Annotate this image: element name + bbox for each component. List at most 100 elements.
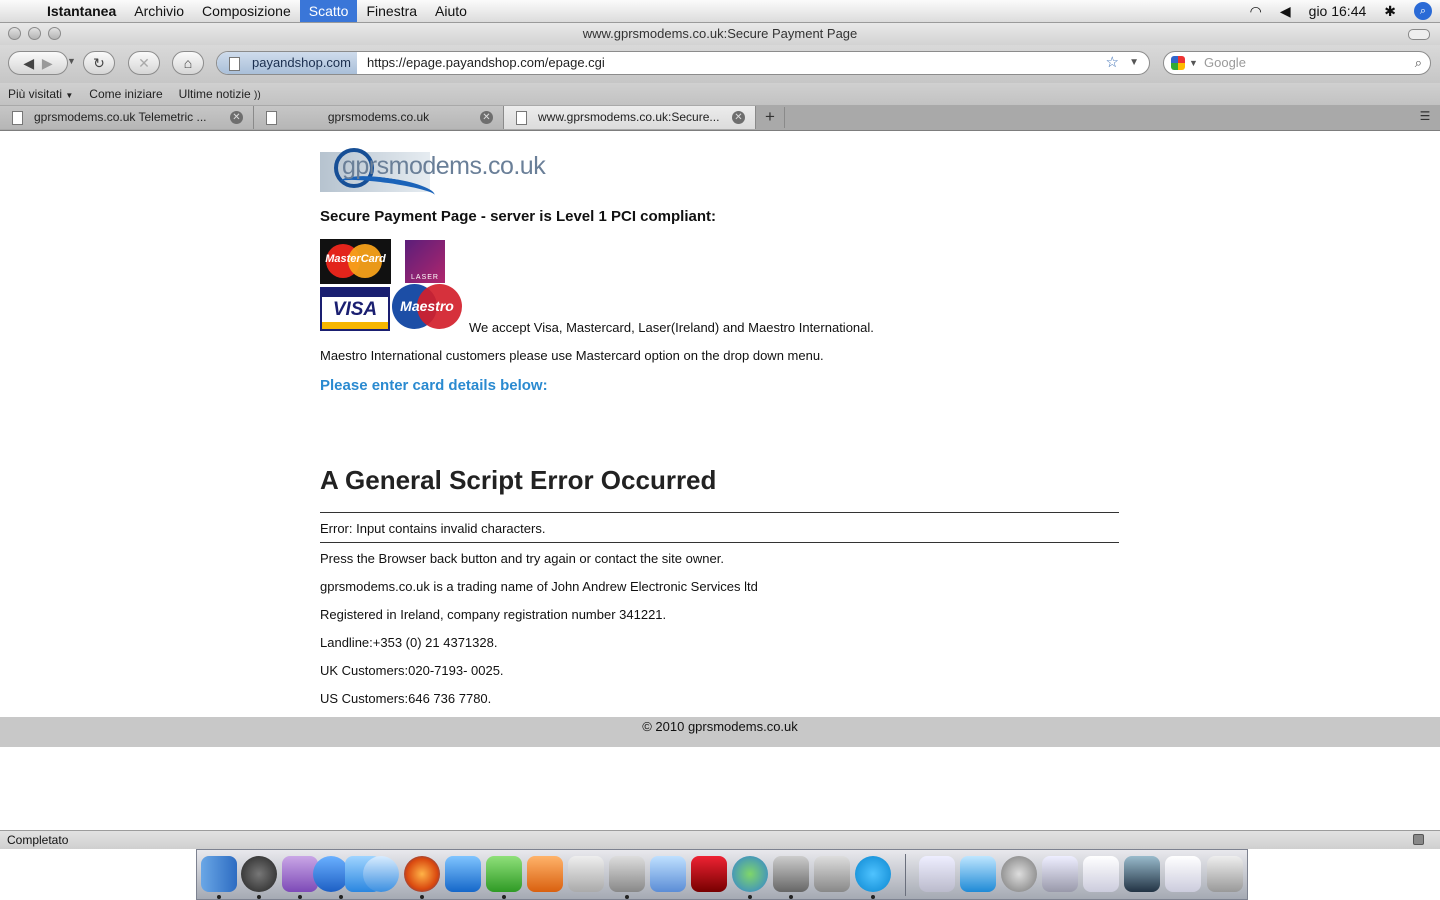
firefox-icon[interactable] bbox=[404, 856, 440, 892]
visa-top-stripe bbox=[322, 289, 388, 297]
home-button[interactable]: ⌂ bbox=[172, 51, 204, 75]
menu-archivio[interactable]: Archivio bbox=[125, 0, 193, 22]
visa-bottom-stripe bbox=[322, 322, 388, 329]
menu-scatto[interactable]: Scatto bbox=[299, 0, 358, 22]
page-content: gprsmodems.co.uk Secure Payment Page - s… bbox=[0, 131, 1440, 830]
powerpoint-icon[interactable] bbox=[527, 856, 563, 892]
window-title: www.gprsmodems.co.uk:Secure Payment Page bbox=[582, 26, 858, 41]
dashboard-icon[interactable] bbox=[241, 856, 277, 892]
site-identity-button[interactable]: payandshop.com bbox=[217, 52, 357, 74]
word-icon[interactable] bbox=[445, 856, 481, 892]
menubar-clock[interactable]: gio 16:44 bbox=[1309, 3, 1367, 19]
bookmark-getting-started[interactable]: Come iniziare bbox=[81, 83, 170, 105]
running-indicator bbox=[871, 895, 875, 899]
address-bar[interactable]: payandshop.com https://epage.payandshop.… bbox=[216, 51, 1150, 75]
preview-icon[interactable] bbox=[650, 856, 686, 892]
google-engine-icon[interactable] bbox=[1171, 56, 1185, 70]
back-instruction: Press the Browser back button and try ag… bbox=[320, 551, 724, 566]
visa-label: VISA bbox=[332, 299, 378, 320]
search-box[interactable]: ▼ Google ⌕ bbox=[1163, 51, 1431, 75]
itunes-folder-icon[interactable] bbox=[1042, 856, 1078, 892]
minimize-window-button[interactable] bbox=[28, 27, 41, 40]
toolbar-toggle-button[interactable] bbox=[1408, 29, 1430, 40]
ichat-icon[interactable] bbox=[363, 856, 399, 892]
app-pro-icon[interactable] bbox=[313, 856, 349, 892]
excel-icon[interactable] bbox=[486, 856, 522, 892]
search-icon[interactable]: ⌕ bbox=[1415, 52, 1422, 74]
menu-bar: Istantanea Archivio Composizione Scatto … bbox=[0, 0, 1440, 23]
close-tab-icon[interactable]: ✕ bbox=[480, 111, 493, 124]
document-icon[interactable] bbox=[919, 856, 955, 892]
apple-app-icon[interactable] bbox=[568, 856, 604, 892]
back-arrow-icon[interactable]: ◀ bbox=[23, 55, 34, 71]
status-bar: Completato bbox=[0, 830, 1440, 849]
lock-icon[interactable] bbox=[1413, 834, 1424, 845]
reload-button[interactable]: ↻ bbox=[83, 51, 115, 75]
skype-icon[interactable] bbox=[855, 856, 891, 892]
running-indicator bbox=[339, 895, 343, 899]
stop-button[interactable]: ✕ bbox=[128, 51, 160, 75]
url-dropdown-icon[interactable]: ▼ bbox=[1129, 52, 1139, 74]
running-indicator bbox=[502, 895, 506, 899]
history-dropdown-icon[interactable]: ▼ bbox=[67, 56, 76, 66]
chevron-down-icon: ▼ bbox=[65, 91, 74, 100]
plus-icon: + bbox=[765, 107, 775, 126]
new-tab-button[interactable]: + bbox=[756, 107, 785, 128]
menu-finestra[interactable]: Finestra bbox=[357, 0, 426, 22]
document-icon[interactable] bbox=[1165, 856, 1201, 892]
finder-icon[interactable] bbox=[201, 856, 237, 892]
trading-name: gprsmodems.co.uk is a trading name of Jo… bbox=[320, 579, 758, 594]
trash-icon[interactable] bbox=[1207, 856, 1243, 892]
home-icon: ⌂ bbox=[183, 55, 193, 71]
tab-gprsmodems[interactable]: gprsmodems.co.uk ✕ bbox=[254, 106, 504, 129]
laser-label: LASER bbox=[411, 274, 439, 281]
forward-arrow-icon[interactable]: ▶ bbox=[42, 55, 53, 71]
close-tab-icon[interactable]: ✕ bbox=[732, 111, 745, 124]
maestro-label: Maestro bbox=[400, 298, 454, 314]
url-text[interactable]: https://epage.payandshop.com/epage.cgi bbox=[367, 52, 605, 74]
back-forward-buttons[interactable]: ◀ ▶ bbox=[8, 51, 68, 75]
list-all-tabs-icon[interactable]: ☰ bbox=[1416, 109, 1434, 125]
mastercard-logo: MasterCard bbox=[320, 239, 391, 284]
close-tab-icon[interactable]: ✕ bbox=[230, 111, 243, 124]
window-titlebar: www.gprsmodems.co.uk:Secure Payment Page bbox=[0, 23, 1440, 45]
bookmarks-toolbar: Più visitati ▼ Come iniziare Ultime noti… bbox=[0, 83, 1440, 105]
dvd-player-icon[interactable] bbox=[691, 856, 727, 892]
bookmark-most-visited[interactable]: Più visitati ▼ bbox=[0, 83, 81, 105]
iphoto-icon[interactable] bbox=[773, 856, 809, 892]
skype-folder-icon[interactable] bbox=[960, 856, 996, 892]
volume-icon[interactable]: ◀ bbox=[1280, 3, 1291, 20]
close-window-button[interactable] bbox=[8, 27, 21, 40]
bookmark-latest-headlines[interactable]: Ultime notizie )) bbox=[171, 83, 269, 105]
tab-label: gprsmodems.co.uk Telemetric ... bbox=[34, 110, 207, 124]
running-indicator bbox=[420, 895, 424, 899]
bookmark-star-icon[interactable]: ☆ bbox=[1106, 52, 1119, 74]
page-icon bbox=[12, 111, 23, 125]
error-title: A General Script Error Occurred bbox=[320, 465, 717, 495]
bluetooth-icon[interactable]: ✱ bbox=[1384, 3, 1396, 20]
menu-composizione[interactable]: Composizione bbox=[193, 0, 300, 22]
dock-separator bbox=[905, 854, 906, 896]
rss-icon: )) bbox=[254, 90, 261, 101]
zoom-window-button[interactable] bbox=[48, 27, 61, 40]
tab-bar: gprsmodems.co.uk Telemetric ... ✕ gprsmo… bbox=[0, 105, 1440, 131]
document-icon[interactable] bbox=[1083, 856, 1119, 892]
messenger-icon[interactable] bbox=[732, 856, 768, 892]
search-input[interactable]: Google bbox=[1204, 52, 1246, 74]
status-text: Completato bbox=[7, 833, 69, 847]
menu-istantanea[interactable]: Istantanea bbox=[38, 0, 125, 22]
tab-telemetric[interactable]: gprsmodems.co.uk Telemetric ... ✕ bbox=[0, 106, 254, 129]
tab-secure-payment[interactable]: www.gprsmodems.co.uk:Secure... ✕ bbox=[504, 106, 756, 129]
engine-dropdown-icon[interactable]: ▼ bbox=[1189, 52, 1198, 74]
menu-aiuto[interactable]: Aiuto bbox=[426, 0, 476, 22]
maestro-note: Maestro International customers please u… bbox=[320, 348, 824, 363]
uk-phone-number: UK Customers:020-7193- 0025. bbox=[320, 663, 504, 678]
running-indicator bbox=[217, 895, 221, 899]
app-icon[interactable] bbox=[814, 856, 850, 892]
spotlight-icon[interactable]: ⌕ bbox=[1414, 2, 1432, 20]
wifi-icon[interactable]: ◠ bbox=[1250, 3, 1262, 20]
network-icon[interactable] bbox=[1001, 856, 1037, 892]
image-icon[interactable] bbox=[1124, 856, 1160, 892]
app-icon[interactable] bbox=[609, 856, 645, 892]
page-icon bbox=[516, 111, 527, 125]
